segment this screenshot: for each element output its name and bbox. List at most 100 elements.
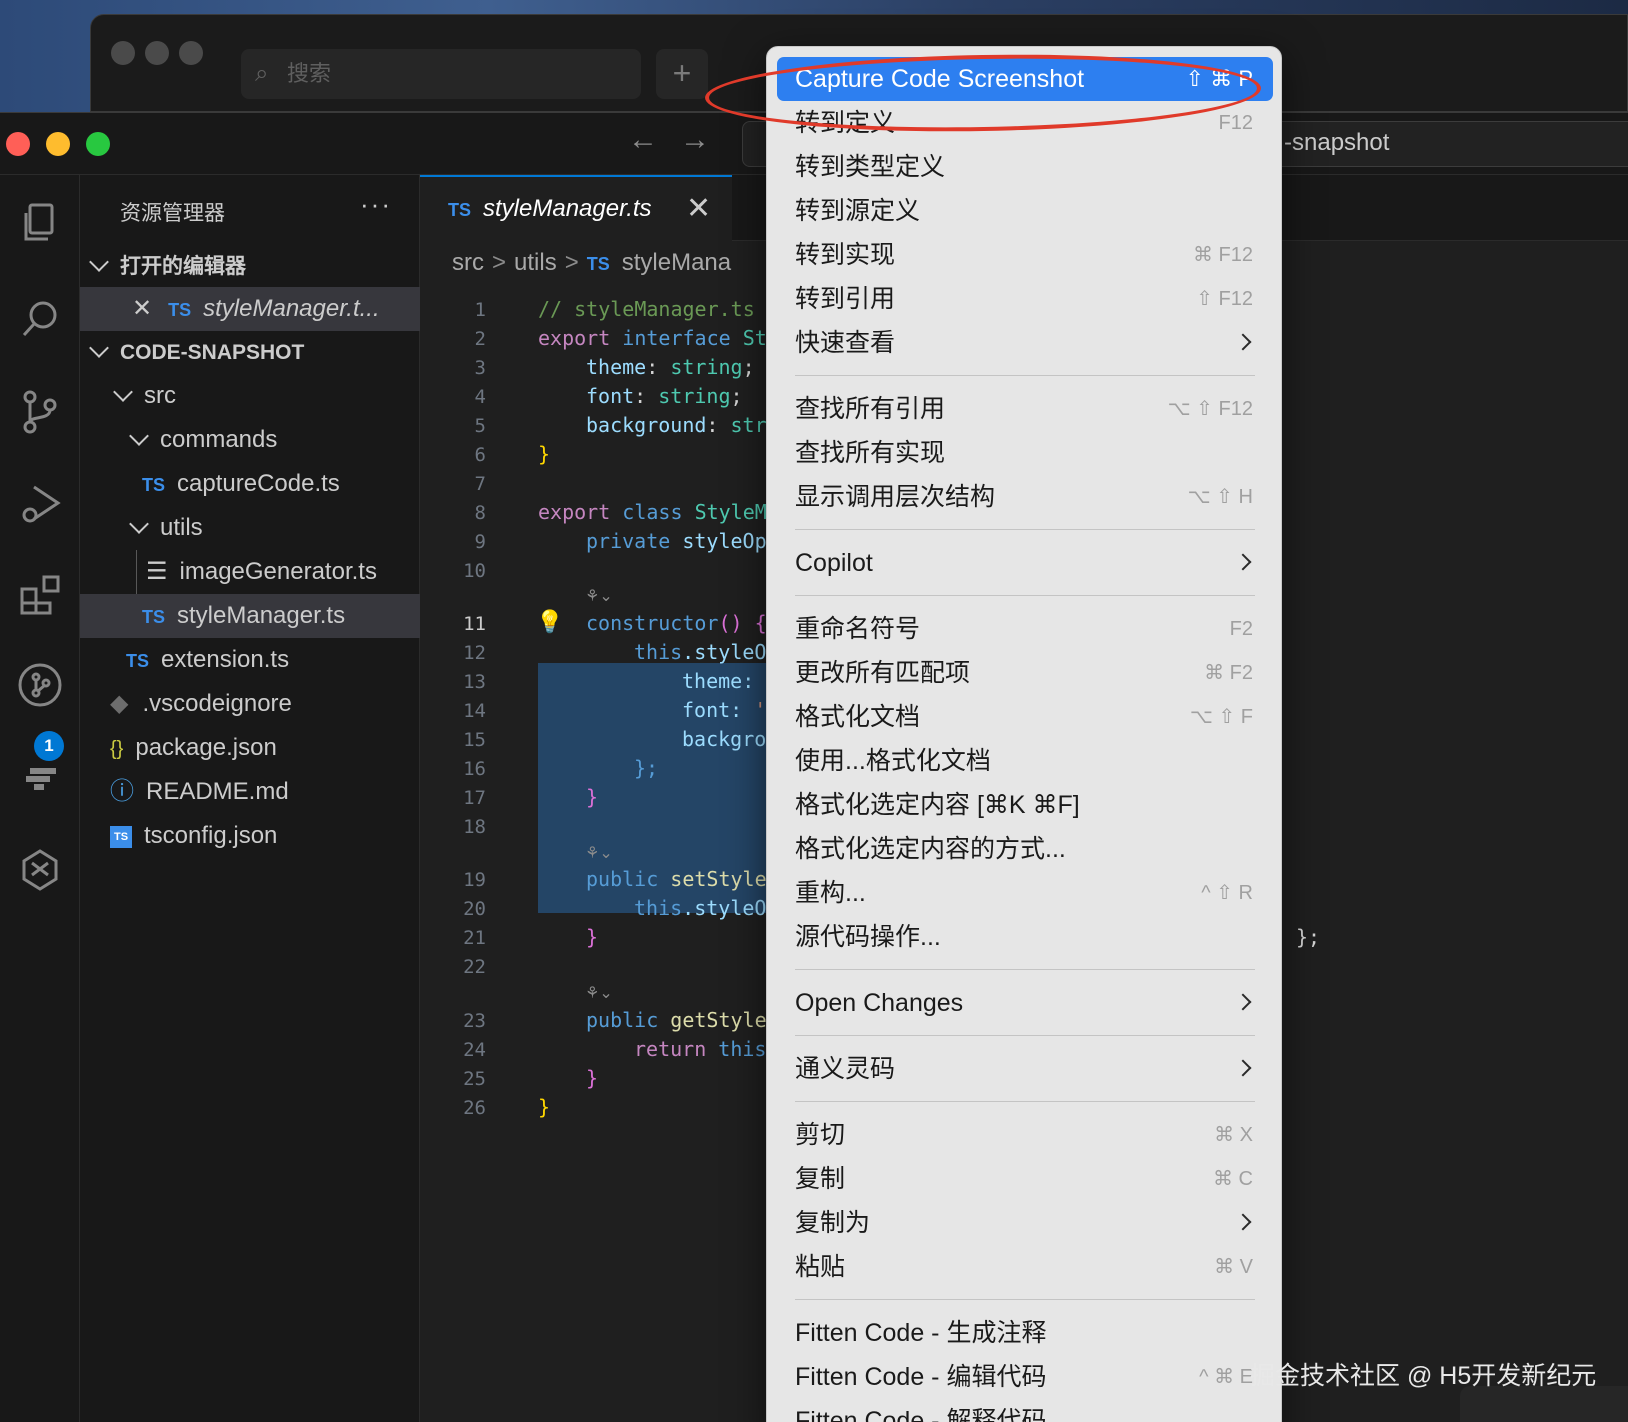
tree-file-extension[interactable]: TS extension.ts [80,638,420,682]
blocks-activity[interactable] [0,737,80,817]
code-line: }; [634,756,659,780]
menu-item-copilot[interactable]: Copilot [777,541,1273,585]
menu-separator [795,1035,1255,1036]
menu-item-rename-symbol[interactable]: 重命名符号 F2 [777,607,1273,651]
menu-item-copy[interactable]: 复制 ⌘ C [777,1157,1273,1201]
menu-item-find-all-implementations[interactable]: 查找所有实现 [777,431,1273,475]
breadcrumb-item[interactable]: utils [514,249,557,276]
menu-item-refactor[interactable]: 重构... ^ ⇧ R [777,871,1273,915]
new-tab-button[interactable]: + [656,49,708,99]
command-center-title: -snapshot [1284,129,1390,156]
explorer-activity[interactable] [0,183,80,263]
menu-item-copy-as[interactable]: 复制为 [777,1201,1273,1245]
menu-item-format-selection-with[interactable]: 格式化选定内容的方式... [777,827,1273,871]
line-number: 18 [463,816,486,838]
close-icon[interactable]: ✕ [132,295,152,322]
project-section-header[interactable]: CODE-SNAPSHOT [80,331,420,375]
code-line: return this [634,1037,767,1061]
tree-file-readme[interactable]: ⓘ README.md [80,770,420,814]
codelens-icon[interactable]: ⚘⌄ [585,586,613,606]
menu-item-fitten-explain-code[interactable]: Fitten Code - 解释代码 [777,1399,1273,1422]
close-window-button[interactable] [6,132,30,156]
bg-window-light [145,41,169,65]
git-graph-activity[interactable] [0,645,80,725]
menu-item-change-all-occurrences[interactable]: 更改所有匹配项 ⌘ F2 [777,651,1273,695]
search-activity[interactable] [0,279,80,359]
code-line: export interface St [538,326,767,350]
menu-item-format-document-with[interactable]: 使用...格式化文档 [777,739,1273,783]
tree-file-packagejson[interactable]: {} package.json [80,726,420,770]
source-control-activity[interactable] [0,371,80,451]
tab-stylemanager[interactable]: TS styleManager.ts ✕ [420,175,732,242]
files-icon [24,203,54,241]
sidebar-title: 资源管理器 [120,202,225,225]
breadcrumb-item[interactable]: src [452,249,484,276]
run-debug-activity[interactable] [0,463,80,543]
menu-item-source-action[interactable]: 源代码操作... [777,915,1273,959]
tab-label: styleManager.ts [483,195,652,222]
tsconfig-file-icon: TS [110,825,132,848]
tree-file-capturecode[interactable]: TS captureCode.ts [80,462,420,506]
code-line: theme: [682,669,755,693]
chevron-down-icon [129,514,149,534]
typescript-file-icon: TS [142,475,166,495]
menu-item-go-to-references[interactable]: 转到引用 ⇧ F12 [777,277,1273,321]
code-line: theme: string; [586,355,755,379]
line-number: 26 [463,1097,486,1119]
lightbulb-icon[interactable]: 💡 [536,609,563,635]
tree-file-stylemanager[interactable]: TS styleManager.ts [80,594,420,638]
codelens-icon[interactable]: ⚘⌄ [585,843,613,863]
json-file-icon: {} [110,738,124,760]
bg-search-field[interactable]: ⌕ 搜索 [241,49,641,99]
tree-file-vscodeignore[interactable]: ◆ .vscodeignore [80,682,420,726]
menu-item-format-document[interactable]: 格式化文档 ⌥ ⇧ F [777,695,1273,739]
bg-search-placeholder: 搜索 [287,61,332,86]
code-line: backgro [682,727,767,751]
tool-activity[interactable] [0,829,80,909]
line-number: 21 [463,927,486,949]
menu-item-show-call-hierarchy[interactable]: 显示调用层次结构 ⌥ ⇧ H [777,475,1273,519]
tree-file-tsconfig[interactable]: TS tsconfig.json [80,814,420,858]
menu-item-peek[interactable]: 快速查看 [777,321,1273,365]
tree-folder-commands[interactable]: commands [80,418,420,462]
more-actions-icon[interactable]: ··· [360,189,392,220]
menu-item-open-changes[interactable]: Open Changes [777,981,1273,1025]
open-editors-header[interactable]: 打开的编辑器 [80,245,420,289]
code-editor[interactable]: 1 2 3 4 5 6 7 8 9 10 11 12 13 14 15 16 1… [420,283,770,1422]
line-number: 9 [474,531,486,553]
menu-item-find-all-references[interactable]: 查找所有引用 ⌥ ⇧ F12 [777,387,1273,431]
search-icon [22,301,57,337]
menu-separator [795,595,1255,596]
code-line: } [586,1066,599,1090]
menu-item-tongyi-lingma[interactable]: 通义灵码 [777,1047,1273,1091]
menu-item-paste[interactable]: 粘贴 ⌘ V [777,1245,1273,1289]
forward-arrow-icon[interactable]: → [680,123,710,157]
breadcrumb-item[interactable]: styleMana [622,249,731,276]
menu-separator [795,375,1255,376]
tree-file-imagegenerator[interactable]: ☰ imageGenerator.ts [80,550,420,594]
code-line: } [538,442,551,466]
menu-item-go-to-type-definition[interactable]: 转到类型定义 [777,145,1273,189]
menu-item-fitten-edit-code[interactable]: Fitten Code - 编辑代码 ^ ⌘ E [777,1355,1273,1399]
open-editor-item[interactable]: ✕ TS styleManager.t... [80,287,420,331]
menu-item-go-to-source-definition[interactable]: 转到源定义 [777,189,1273,233]
chevron-down-icon [89,338,109,358]
menu-item-fitten-generate-comment[interactable]: Fitten Code - 生成注释 [777,1311,1273,1355]
extensions-activity[interactable] [0,555,80,635]
tree-folder-utils[interactable]: utils [80,506,420,550]
codelens-icon[interactable]: ⚘⌄ [585,983,613,1003]
menu-item-go-to-implementation[interactable]: 转到实现 ⌘ F12 [777,233,1273,277]
close-icon[interactable]: ✕ [686,191,711,226]
zoom-window-button[interactable] [86,132,110,156]
minimize-window-button[interactable] [46,132,70,156]
extensions-icon [20,575,60,615]
code-line: background: str [586,413,767,437]
line-number: 1 [474,299,486,321]
typescript-file-icon: TS [586,254,610,274]
line-number: 20 [463,898,486,920]
menu-item-cut[interactable]: 剪切 ⌘ X [777,1113,1273,1157]
back-arrow-icon[interactable]: ← [628,123,658,157]
menu-item-format-selection[interactable]: 格式化选定内容 [⌘K ⌘F] [777,783,1273,827]
line-number: 19 [463,869,486,891]
tree-folder-src[interactable]: src [80,374,420,418]
